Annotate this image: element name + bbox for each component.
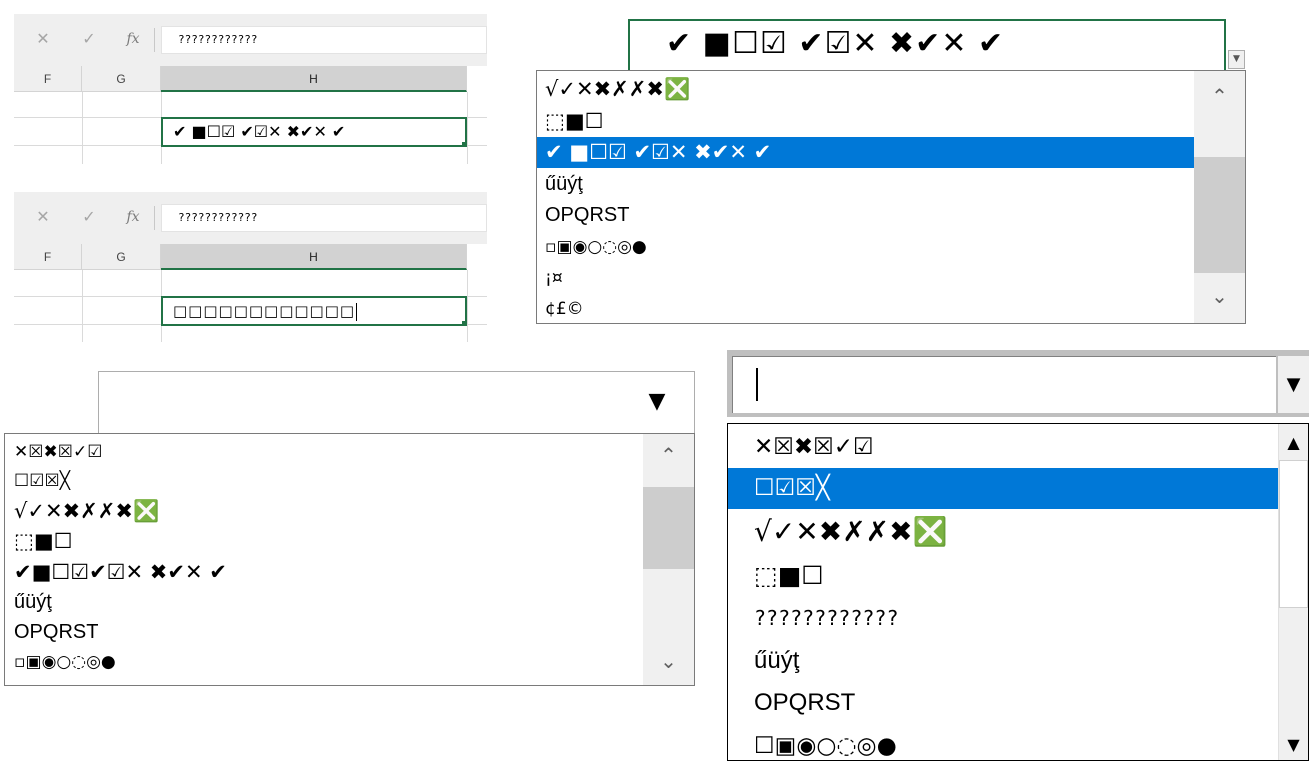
- excel-panel-top: ✕ ✓ fx ???????????? F G H ✔ ■☐☑ ✔☑✕ ✖✔✕ …: [14, 14, 487, 164]
- list-item[interactable]: ⬚■☐: [537, 105, 1202, 137]
- column-header-f[interactable]: F: [14, 244, 82, 270]
- combo-field-top-right[interactable]: ✔ ■☐☑ ✔☑✕ ✖✔✕ ✔: [628, 19, 1226, 70]
- formula-bar: ✕ ✓ fx ????????????: [14, 14, 487, 66]
- text-cursor: [756, 368, 758, 401]
- formula-bar: ✕ ✓ fx ????????????: [14, 192, 487, 244]
- list-item[interactable]: ✔■☐☑✔☑✕ ✖✔✕ ✔: [5, 557, 650, 587]
- gridline: [82, 92, 83, 164]
- gridline: [467, 270, 468, 342]
- gridline: [467, 92, 468, 164]
- list-item[interactable]: ????????????: [728, 597, 1306, 639]
- caret-down-icon[interactable]: ▼: [1279, 730, 1308, 760]
- list-item[interactable]: ¢£©: [537, 294, 1202, 323]
- chevron-up-icon[interactable]: ⌃: [1194, 85, 1245, 107]
- list-top-right[interactable]: √✓✕✖✗✗✖❎ ⬚■☐ ✔ ■☐☑ ✔☑✕ ✖✔✕ ✔ űüýţ OPQRST…: [536, 70, 1246, 324]
- chevron-down-icon: ▼: [1233, 54, 1240, 64]
- column-header-g[interactable]: G: [82, 66, 161, 92]
- chevron-down-icon[interactable]: ⌄: [643, 650, 694, 672]
- list-item[interactable]: űüýţ: [728, 640, 1306, 682]
- list-item[interactable]: ⬚■☐: [5, 526, 650, 557]
- dropdown-button[interactable]: ▼: [1278, 356, 1309, 413]
- column-header-f[interactable]: F: [14, 66, 82, 92]
- cell-value: ✔ ■☐☑ ✔☑✕ ✖✔✕ ✔: [173, 122, 346, 141]
- formula-input[interactable]: ????????????: [161, 204, 487, 232]
- excel-panel-bottom: ✕ ✓ fx ???????????? F G H □□□□□□□□□□□□: [14, 192, 487, 342]
- list-item[interactable]: ✕☒✖☒✓☑: [5, 439, 650, 466]
- fill-handle[interactable]: [461, 141, 465, 145]
- scrollbar[interactable]: ⌃ ⌄: [643, 434, 694, 685]
- combo-input[interactable]: [732, 356, 1276, 413]
- caret-up-icon[interactable]: ▲: [1279, 428, 1308, 458]
- column-header-g[interactable]: G: [82, 244, 161, 270]
- list-item[interactable]: OPQRST: [537, 200, 1202, 231]
- scrollbar-thumb[interactable]: [1194, 157, 1245, 273]
- list-item[interactable]: ☐▣◉○◌◎●: [728, 724, 1306, 760]
- caret-down-icon: ▼: [1286, 374, 1301, 395]
- list-item[interactable]: ¡¤: [537, 263, 1202, 294]
- list-item-selected[interactable]: ✔ ■☐☑ ✔☑✕ ✖✔✕ ✔: [537, 137, 1202, 168]
- list-item[interactable]: ▫▣◉○◌◎●: [537, 231, 1202, 263]
- fill-handle[interactable]: [461, 320, 465, 324]
- enter-icon[interactable]: ✓: [78, 28, 100, 50]
- list-bottom-left[interactable]: ✕☒✖☒✓☑ ☐☑☒╳ √✓✕✖✗✗✖❎ ⬚■☐ ✔■☐☑✔☑✕ ✖✔✕ ✔ ű…: [4, 433, 695, 686]
- list-item[interactable]: OPQRST: [5, 617, 650, 647]
- list-bottom-right[interactable]: ✕☒✖☒✓☑ ☐☑☒╳ √✓✕✖✗✗✖❎ ⬚■☐ ???????????? űü…: [727, 423, 1309, 761]
- gridline: [82, 270, 83, 342]
- text-cursor: [356, 302, 358, 321]
- list-item[interactable]: űüýţ: [5, 587, 650, 617]
- cancel-icon[interactable]: ✕: [32, 28, 54, 50]
- divider: [154, 206, 155, 230]
- chevron-down-icon[interactable]: ⌄: [1194, 285, 1245, 307]
- active-cell[interactable]: □□□□□□□□□□□□: [161, 296, 467, 326]
- cancel-icon[interactable]: ✕: [32, 206, 54, 228]
- scrollbar[interactable]: ⌃ ⌄: [1194, 71, 1245, 323]
- combo-field-bottom-left[interactable]: ▼: [98, 371, 695, 434]
- list-item[interactable]: ☐☑☒╳: [5, 466, 650, 496]
- list-item[interactable]: √✓✕✖✗✗✖❎: [728, 511, 1306, 553]
- combo-field-bottom-right[interactable]: ▼: [727, 350, 1309, 417]
- scrollbar[interactable]: ▲ ▼: [1278, 424, 1308, 760]
- list-item[interactable]: űüýţ: [537, 168, 1202, 200]
- cell-value: □□□□□□□□□□□□: [173, 302, 356, 320]
- enter-icon[interactable]: ✓: [78, 206, 100, 228]
- scrollbar-thumb[interactable]: [1279, 460, 1308, 608]
- caret-down-icon[interactable]: ▼: [642, 391, 672, 413]
- active-cell[interactable]: ✔ ■☐☑ ✔☑✕ ✖✔✕ ✔: [161, 117, 467, 147]
- list-item[interactable]: √✓✕✖✗✗✖❎: [537, 74, 1202, 105]
- divider: [154, 28, 155, 52]
- dropdown-button[interactable]: ▼: [1228, 50, 1245, 69]
- function-icon[interactable]: fx: [122, 206, 144, 228]
- scrollbar-thumb[interactable]: [643, 487, 694, 569]
- list-item-selected[interactable]: ☐☑☒╳: [728, 468, 1306, 509]
- list-item[interactable]: ✕☒✖☒✓☑: [728, 428, 1306, 466]
- list-item[interactable]: ▫▣◉○◌◎●: [5, 647, 650, 677]
- formula-input[interactable]: ????????????: [161, 26, 487, 54]
- column-header-h[interactable]: H: [161, 244, 467, 270]
- function-icon[interactable]: fx: [122, 28, 144, 50]
- list-item[interactable]: ⬚■☐: [728, 555, 1306, 597]
- chevron-up-icon[interactable]: ⌃: [643, 444, 694, 466]
- list-item[interactable]: √✓✕✖✗✗✖❎: [5, 496, 650, 526]
- column-header-h[interactable]: H: [161, 66, 467, 92]
- combo-value: ✔ ■☐☑ ✔☑✕ ✖✔✕ ✔: [666, 26, 1005, 61]
- list-item[interactable]: OPQRST: [728, 682, 1306, 724]
